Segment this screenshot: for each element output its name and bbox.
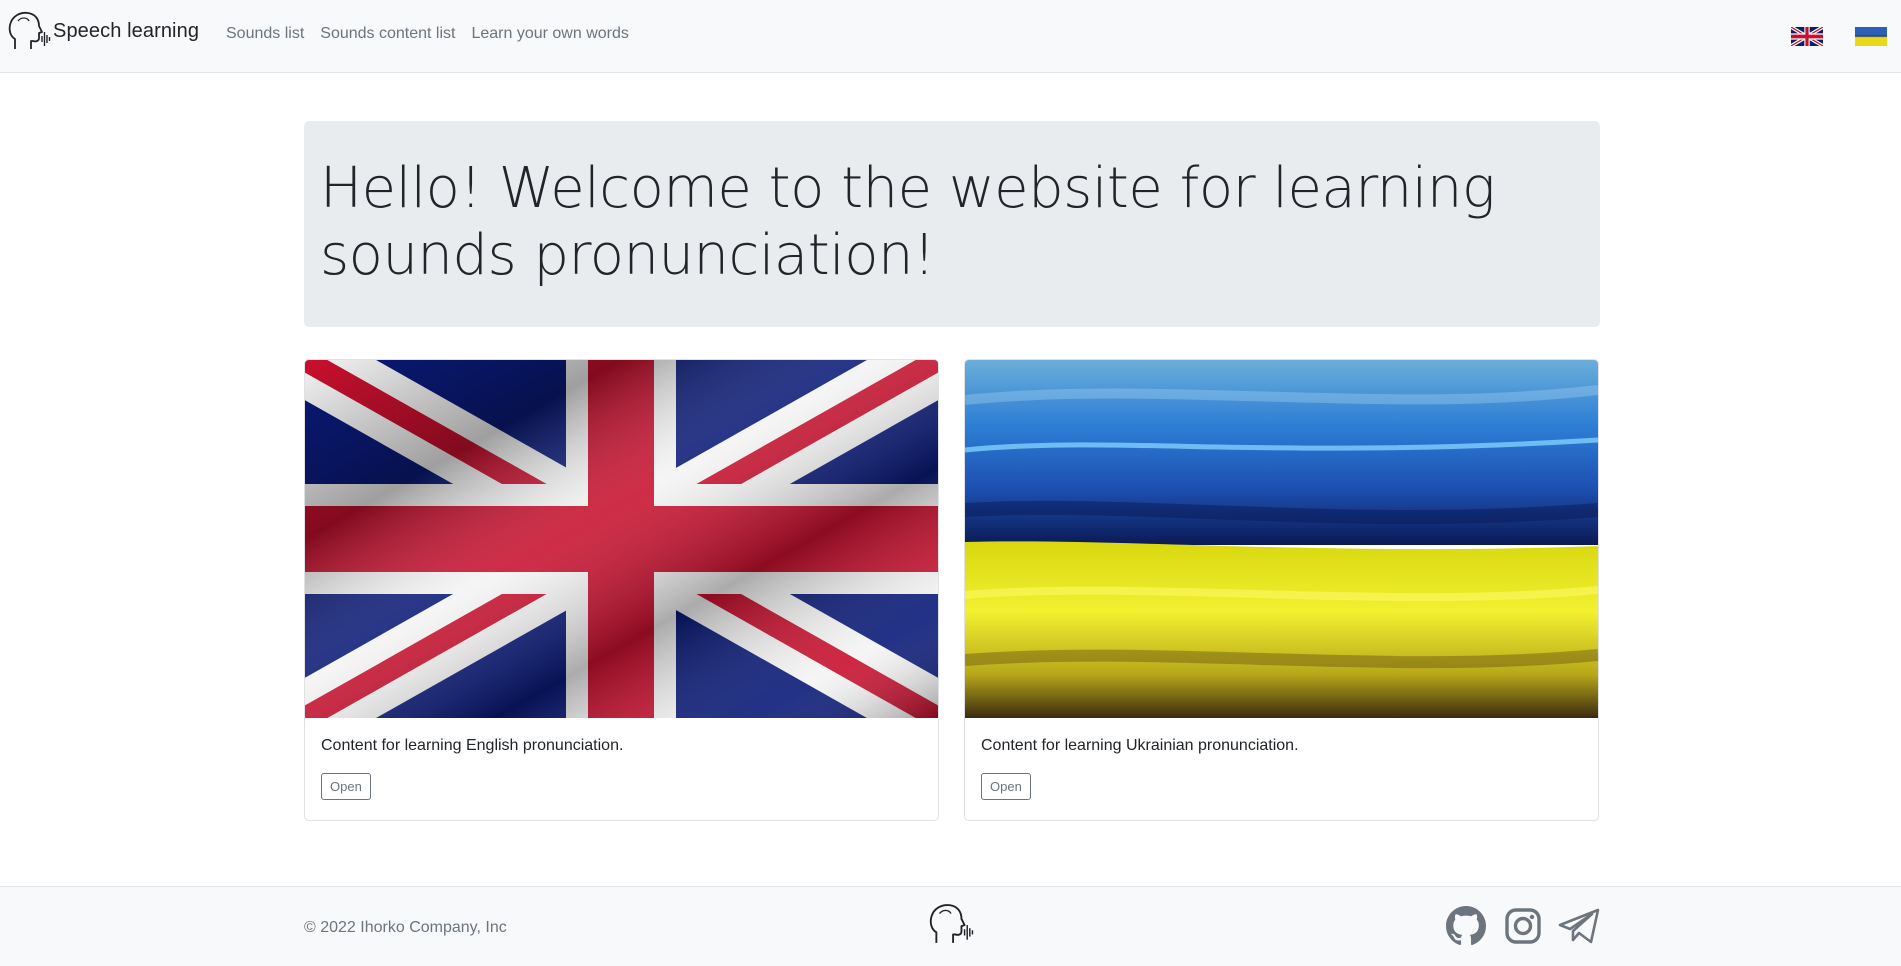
nav-link-sounds-list[interactable]: Sounds list [226, 25, 304, 43]
page-footer: © 2022 Ihorko Company, Inc [0, 886, 1901, 966]
nav-links: Sounds list Sounds content list Learn yo… [226, 25, 629, 43]
english-content-card: Content for learning English pronunciati… [304, 359, 939, 821]
brand-name: Speech learning [53, 19, 200, 42]
telegram-icon[interactable] [1557, 906, 1601, 946]
open-ukrainian-button[interactable]: Open [981, 773, 1031, 800]
ukraine-flag-icon[interactable] [1855, 27, 1887, 46]
open-english-button[interactable]: Open [321, 773, 371, 800]
ukrainian-content-card: Content for learning Ukrainian pronuncia… [964, 359, 1599, 821]
card-body: Content for learning English pronunciati… [305, 737, 938, 800]
copyright-text: © 2022 Ihorko Company, Inc [304, 919, 507, 936]
card-description: Content for learning Ukrainian pronuncia… [981, 737, 1299, 754]
uk-flag-icon[interactable] [1791, 27, 1823, 46]
nav-link-sounds-content-list[interactable]: Sounds content list [320, 25, 455, 43]
speech-head-logo-icon[interactable] [928, 903, 974, 945]
welcome-heading: Hello! Welcome to the website for learni… [320, 156, 1495, 288]
top-navbar: Speech learning Sounds list Sounds conte… [0, 0, 1901, 73]
speech-head-logo-icon [8, 11, 51, 49]
card-description: Content for learning English pronunciati… [321, 737, 624, 754]
welcome-jumbotron: Hello! Welcome to the website for learni… [304, 121, 1600, 327]
ukraine-flag-image [965, 360, 1598, 718]
github-icon[interactable] [1446, 906, 1486, 946]
union-jack-flag-image [305, 360, 938, 718]
brand-link[interactable]: Speech learning [7, 11, 200, 50]
nav-link-learn-your-own-words[interactable]: Learn your own words [471, 25, 628, 43]
instagram-icon[interactable] [1503, 906, 1543, 946]
card-body: Content for learning Ukrainian pronuncia… [965, 737, 1598, 800]
